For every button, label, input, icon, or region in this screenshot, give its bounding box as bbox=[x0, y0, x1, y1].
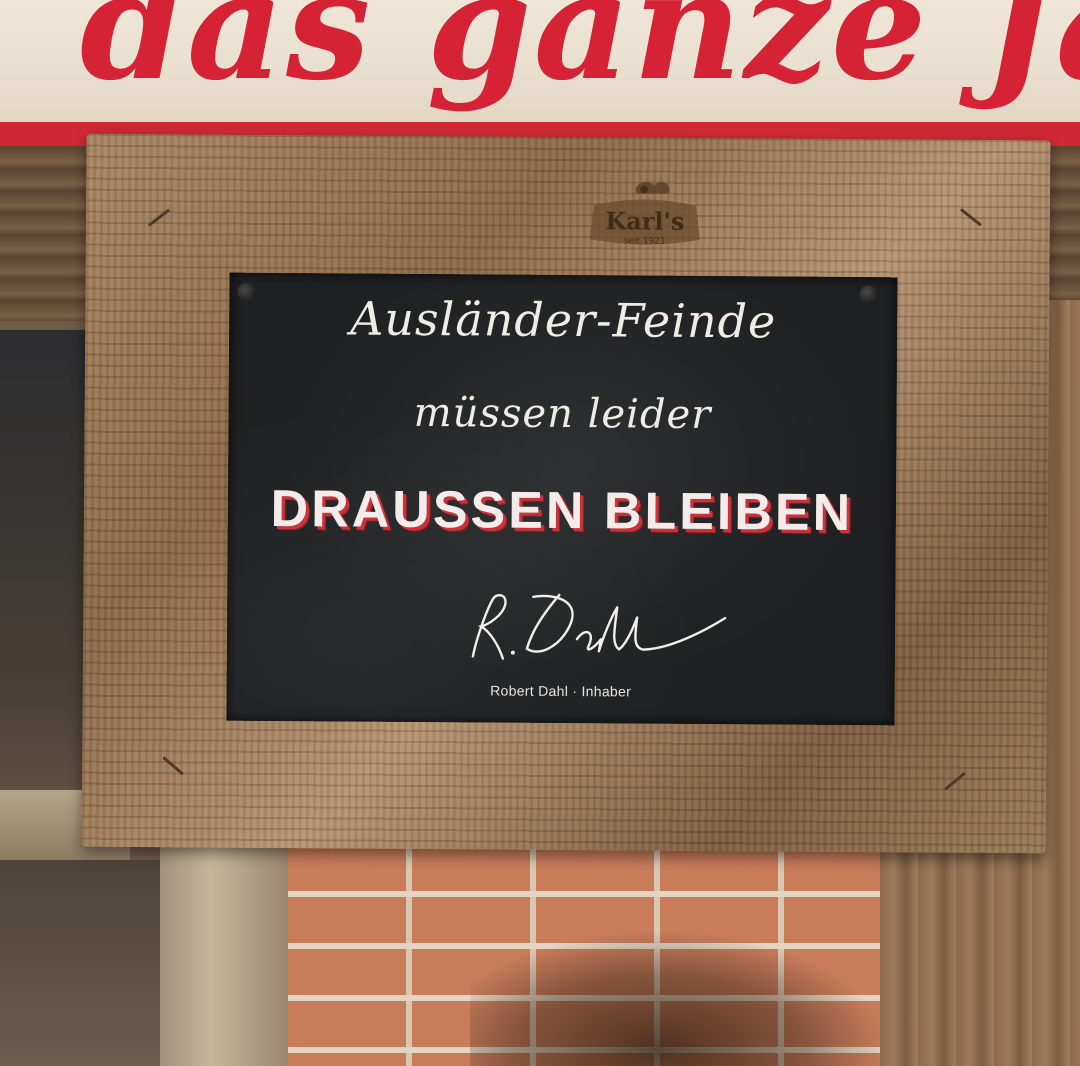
sign-line-2: müssen leider bbox=[413, 389, 712, 439]
wooden-frame: Karl's seit 1921 Ausländer-Feinde müssen… bbox=[81, 133, 1051, 854]
sign-line-1: Ausländer-Feinde bbox=[349, 291, 777, 349]
chalkboard-sign: Ausländer-Feinde müssen leider DRAUSSEN … bbox=[226, 272, 898, 726]
owner-caption: Robert Dahl · Inhaber bbox=[490, 682, 632, 700]
handwritten-signature bbox=[471, 593, 727, 660]
sign-headline: DRAUSSEN BLEIBEN bbox=[270, 479, 854, 543]
door-frame bbox=[160, 845, 288, 1066]
lower-left-wall bbox=[0, 860, 160, 1066]
brand-logo-text: Karl's bbox=[605, 206, 684, 236]
cast-shadow bbox=[470, 930, 890, 1066]
banner-text: das ganze Jahr bbox=[80, 0, 1080, 114]
photo-scene: das ganze Jahr Karl's seit 1921 Auslände… bbox=[0, 0, 1080, 1066]
brand-logo-subtext: seit 1921 bbox=[624, 236, 666, 246]
top-banner-sign: das ganze Jahr bbox=[0, 0, 1080, 122]
brand-logo: Karl's seit 1921 bbox=[589, 181, 700, 247]
